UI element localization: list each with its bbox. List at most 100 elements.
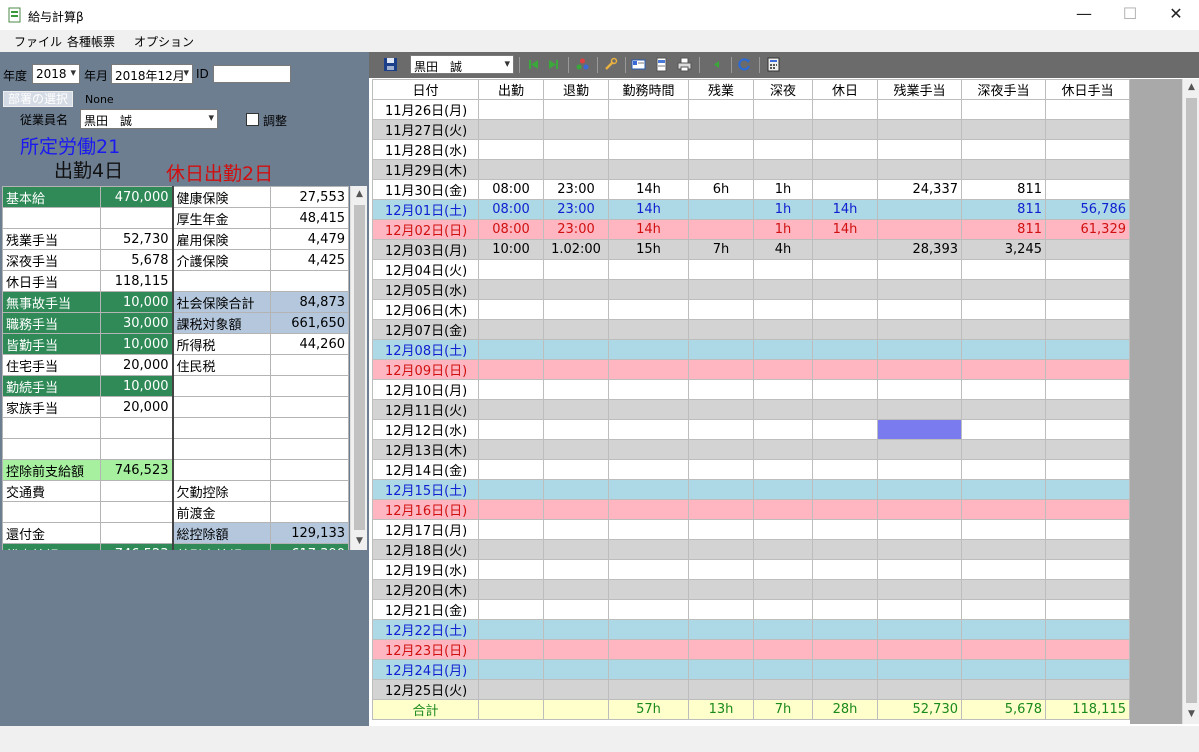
month-select[interactable]: 2018年12月 ▾	[111, 64, 193, 84]
salary-item-value[interactable]: 27,553	[270, 186, 349, 208]
attendance-cell[interactable]	[1045, 119, 1130, 140]
save-icon[interactable]	[383, 57, 398, 72]
attendance-cell[interactable]	[543, 459, 609, 480]
attendance-cell[interactable]: 08:00	[478, 219, 544, 240]
attendance-cell[interactable]	[812, 559, 878, 580]
salary-item-value[interactable]	[100, 417, 174, 439]
refresh-icon[interactable]	[737, 57, 752, 72]
attendance-cell[interactable]	[688, 579, 754, 600]
attendance-cell[interactable]	[753, 519, 813, 540]
attendance-cell[interactable]	[961, 519, 1046, 540]
attendance-cell[interactable]	[608, 519, 689, 540]
attendance-cell[interactable]	[877, 459, 962, 480]
minimize-button[interactable]: —	[1061, 0, 1107, 30]
attendance-cell[interactable]	[478, 379, 544, 400]
attendance-cell[interactable]	[877, 599, 962, 620]
date-cell[interactable]: 12月11日(火)	[372, 399, 479, 420]
attendance-cell[interactable]	[688, 499, 754, 520]
attendance-cell[interactable]	[608, 679, 689, 700]
attendance-cell[interactable]	[688, 559, 754, 580]
attendance-cell[interactable]	[961, 159, 1046, 180]
attendance-cell[interactable]	[812, 479, 878, 500]
scroll-up-icon[interactable]: ▲	[1183, 79, 1199, 96]
attendance-cell[interactable]	[753, 599, 813, 620]
attendance-cell[interactable]	[753, 659, 813, 680]
attendance-cell[interactable]	[753, 499, 813, 520]
attendance-cell[interactable]	[608, 459, 689, 480]
attendance-cell[interactable]	[877, 399, 962, 420]
date-cell[interactable]: 11月26日(月)	[372, 99, 479, 120]
salary-item-value[interactable]: 4,425	[270, 249, 349, 271]
attendance-cell[interactable]: 23:00	[543, 219, 609, 240]
date-cell[interactable]: 12月23日(日)	[372, 639, 479, 660]
attendance-cell[interactable]: 1h	[753, 199, 813, 220]
attendance-cell[interactable]	[543, 539, 609, 560]
column-header[interactable]: 出勤	[478, 79, 544, 100]
salary-item-value[interactable]	[270, 396, 349, 418]
date-cell[interactable]: 12月01日(土)	[372, 199, 479, 220]
attendance-cell[interactable]	[1045, 559, 1130, 580]
attendance-cell[interactable]	[688, 259, 754, 280]
attendance-cell[interactable]: 08:00	[478, 199, 544, 220]
attendance-cell[interactable]	[688, 519, 754, 540]
attendance-cell[interactable]	[877, 579, 962, 600]
attendance-cell[interactable]	[478, 139, 544, 160]
salary-item-value[interactable]	[270, 480, 349, 502]
attendance-cell[interactable]	[608, 499, 689, 520]
attendance-cell[interactable]: 15h	[608, 239, 689, 260]
attendance-cell[interactable]	[688, 659, 754, 680]
attendance-cell[interactable]	[961, 539, 1046, 560]
attendance-cell[interactable]	[961, 359, 1046, 380]
attendance-cell[interactable]	[961, 319, 1046, 340]
attendance-cell[interactable]	[812, 239, 878, 260]
column-header[interactable]: 勤務時間	[608, 79, 689, 100]
attendance-cell[interactable]	[1045, 659, 1130, 680]
adjust-checkbox[interactable]	[246, 113, 259, 126]
menu-reports[interactable]: 各種帳票	[67, 33, 115, 50]
attendance-cell[interactable]	[608, 139, 689, 160]
attendance-cell[interactable]: 1h	[753, 179, 813, 200]
attendance-cell[interactable]	[1045, 279, 1130, 300]
salary-item-value[interactable]	[100, 522, 174, 544]
attendance-cell[interactable]	[688, 679, 754, 700]
attendance-cell[interactable]	[1045, 599, 1130, 620]
attendance-cell[interactable]	[1045, 359, 1130, 380]
attendance-cell[interactable]	[608, 119, 689, 140]
attendance-cell[interactable]	[688, 279, 754, 300]
attendance-cell[interactable]: 1h	[753, 219, 813, 240]
attendance-cell[interactable]	[877, 379, 962, 400]
attendance-cell[interactable]	[688, 359, 754, 380]
attendance-cell[interactable]	[753, 99, 813, 120]
attendance-cell[interactable]	[688, 119, 754, 140]
attendance-cell[interactable]	[1045, 139, 1130, 160]
attendance-cell[interactable]	[608, 339, 689, 360]
attendance-cell[interactable]	[608, 599, 689, 620]
attendance-cell[interactable]	[478, 579, 544, 600]
attendance-cell[interactable]	[961, 639, 1046, 660]
attendance-cell[interactable]	[543, 139, 609, 160]
attendance-cell[interactable]	[543, 619, 609, 640]
attendance-cell[interactable]	[877, 499, 962, 520]
column-header[interactable]: 残業	[688, 79, 754, 100]
attendance-cell[interactable]	[753, 259, 813, 280]
attendance-cell[interactable]	[1045, 499, 1130, 520]
attendance-cell[interactable]	[608, 159, 689, 180]
attendance-cell[interactable]	[812, 99, 878, 120]
attendance-cell[interactable]	[753, 559, 813, 580]
salary-item-value[interactable]: 84,873	[270, 291, 349, 313]
attendance-cell[interactable]	[543, 479, 609, 500]
year-select[interactable]: 2018 ▾	[32, 64, 80, 84]
attendance-cell[interactable]	[877, 99, 962, 120]
attendance-cell[interactable]	[608, 439, 689, 460]
column-header[interactable]: 休日	[812, 79, 878, 100]
attendance-cell[interactable]	[961, 579, 1046, 600]
attendance-cell[interactable]	[812, 339, 878, 360]
attendance-cell[interactable]: 3,245	[961, 239, 1046, 260]
salary-item-value[interactable]	[270, 375, 349, 397]
attendance-cell[interactable]: 14h	[812, 199, 878, 220]
attendance-cell[interactable]	[812, 399, 878, 420]
attendance-cell[interactable]	[877, 319, 962, 340]
attendance-cell[interactable]	[1045, 179, 1130, 200]
attendance-cell[interactable]	[877, 539, 962, 560]
attendance-cell[interactable]	[812, 159, 878, 180]
